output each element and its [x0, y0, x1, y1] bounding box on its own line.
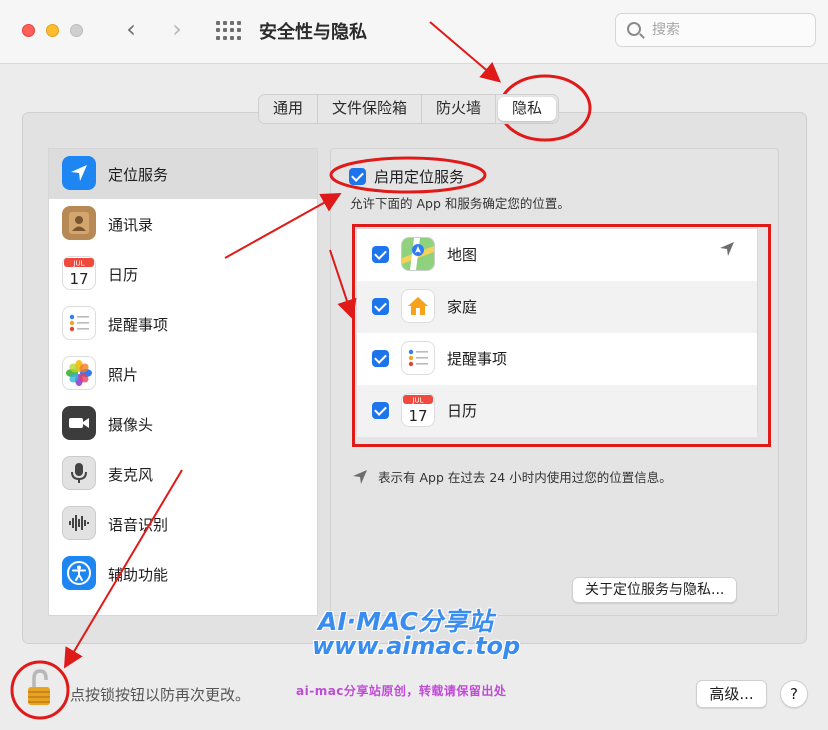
sidebar-item-label: 日历	[108, 266, 139, 284]
sidebar-item-label: 麦克风	[108, 466, 154, 484]
tab-general[interactable]: 通用	[259, 95, 319, 123]
sidebar-item-label: 辅助功能	[108, 566, 169, 584]
zoom-button[interactable]	[70, 24, 83, 37]
svg-text:17: 17	[69, 270, 88, 288]
unlocked-padlock-icon[interactable]	[25, 669, 55, 709]
sidebar-item-speech-recognition[interactable]: 语音识别	[49, 499, 317, 549]
tab-bar: 通用 文件保险箱 防火墙 隐私	[258, 94, 560, 124]
enable-location-checkbox[interactable]	[349, 168, 366, 185]
sidebar-item-camera[interactable]: 摄像头	[49, 399, 317, 449]
sidebar-item-photos[interactable]: 照片	[49, 349, 317, 399]
privacy-sidebar: 定位服务 通讯录 JUL 17 日历 提醒事项 照片 摄像头 麦克风 语音识别 …	[48, 148, 318, 616]
photos-icon	[62, 356, 96, 390]
sidebar-item-microphone[interactable]: 麦克风	[49, 449, 317, 499]
sidebar-item-calendar[interactable]: JUL 17 日历	[49, 249, 317, 299]
minimize-button[interactable]	[46, 24, 59, 37]
advanced-button[interactable]: 高级...	[696, 680, 767, 708]
sidebar-item-location-services[interactable]: 定位服务	[49, 149, 317, 199]
sidebar-item-label: 照片	[108, 366, 139, 384]
enable-location-services[interactable]: 启用定位服务	[349, 166, 464, 187]
close-button[interactable]	[22, 24, 35, 37]
contacts-icon	[62, 206, 96, 240]
svg-text:JUL: JUL	[72, 260, 84, 268]
accessibility-icon	[62, 556, 96, 590]
tab-filevault[interactable]: 文件保险箱	[318, 95, 423, 123]
search-input[interactable]	[652, 19, 802, 41]
system-preferences-window: ‹ › 安全性与隐私 通用 文件保险箱 防火墙 隐私 定位服务	[0, 0, 828, 730]
location-description: 允许下面的 App 和服务确定您的位置。	[350, 196, 570, 211]
sidebar-item-accessibility[interactable]: 辅助功能	[49, 549, 317, 599]
tab-firewall[interactable]: 防火墙	[422, 95, 497, 123]
location-used-arrow-icon	[353, 469, 367, 484]
lock-hint-text: 点按锁按钮以防再次更改。	[70, 686, 251, 704]
speech-recognition-icon	[62, 506, 96, 540]
watermark-url: www.aimac.top	[312, 632, 521, 660]
window-title: 安全性与隐私	[259, 22, 367, 43]
title-bar: ‹ › 安全性与隐私	[0, 0, 828, 64]
back-chevron-icon[interactable]: ‹	[118, 16, 144, 44]
sidebar-item-label: 摄像头	[108, 416, 154, 434]
location-used-note: 表示有 App 在过去 24 小时内使用过您的位置信息。	[352, 467, 672, 486]
sidebar-item-reminders[interactable]: 提醒事项	[49, 299, 317, 349]
sidebar-item-contacts[interactable]: 通讯录	[49, 199, 317, 249]
calendar-icon: JUL 17	[62, 256, 96, 290]
sidebar-item-label: 提醒事项	[108, 316, 169, 334]
camera-icon	[62, 406, 96, 440]
sidebar-item-label: 通讯录	[108, 216, 154, 234]
microphone-icon	[62, 456, 96, 490]
sidebar-item-label: 语音识别	[108, 516, 169, 534]
sidebar-item-label: 定位服务	[108, 166, 169, 184]
location-arrow-icon	[62, 156, 96, 190]
enable-location-label: 启用定位服务	[374, 168, 465, 186]
watermark-credit: ai-mac分享站原创，转载请保留出处	[296, 684, 507, 698]
annotation-red-box	[352, 224, 771, 447]
note-text: 表示有 App 在过去 24 小时内使用过您的位置信息。	[378, 470, 672, 485]
forward-chevron-icon[interactable]: ›	[164, 16, 190, 44]
search-icon	[627, 22, 641, 36]
about-location-privacy-button[interactable]: 关于定位服务与隐私...	[572, 577, 738, 603]
show-all-grid-icon[interactable]	[216, 21, 241, 41]
tab-privacy[interactable]: 隐私	[498, 97, 557, 121]
help-button[interactable]: ?	[780, 680, 808, 708]
reminders-icon	[62, 306, 96, 340]
search-field[interactable]	[615, 13, 816, 47]
